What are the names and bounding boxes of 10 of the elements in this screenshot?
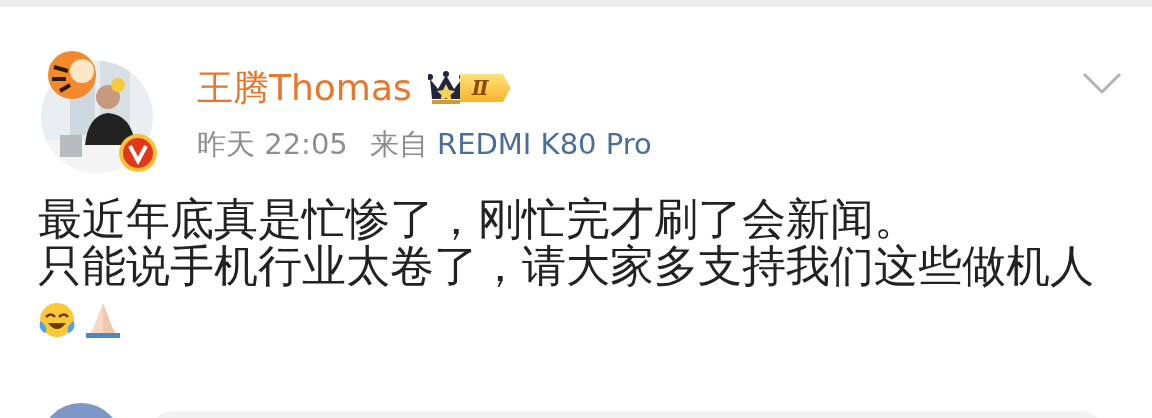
laughing-crying-emoji-icon [38, 301, 76, 339]
source-label: 来自 [369, 127, 428, 161]
source-link[interactable]: REDMI K80 Pro [437, 127, 652, 161]
level-badge: Ⅱ [459, 74, 511, 102]
author-name[interactable]: 王腾Thomas [197, 67, 412, 109]
post-text-line: 只能说手机行业太卷了，请大家多支持我们这些做机人 [38, 242, 1095, 289]
post-text-line: 最近年底真是忙惨了，刚忙完才刷了会新闻。 [38, 195, 919, 242]
chevron-down-icon[interactable] [1082, 71, 1122, 95]
folded-hands-emoji-icon [84, 301, 122, 339]
post-time: 昨天 22:05 [197, 127, 348, 161]
